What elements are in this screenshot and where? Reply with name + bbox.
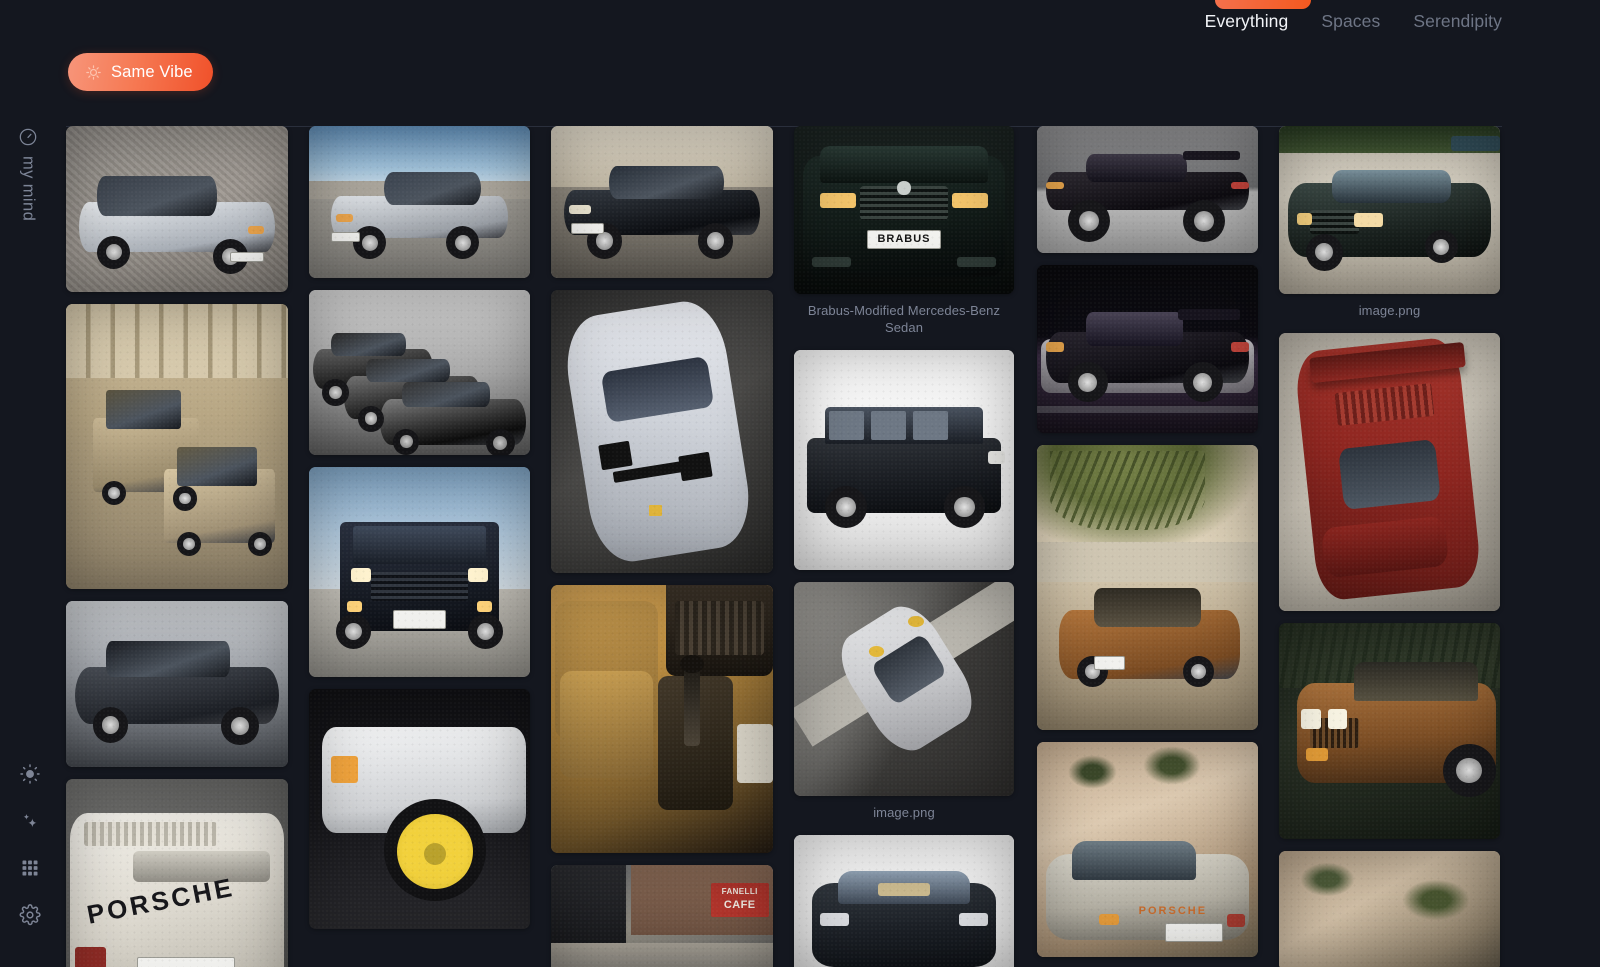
card-caption: image.png	[873, 804, 935, 820]
tab-everything[interactable]: Everything	[1205, 13, 1289, 31]
card-caption: Brabus-Modified Mercedes-Benz Sedan	[807, 303, 1001, 335]
brightness-icon[interactable]	[18, 762, 42, 786]
card-thumbnail: PORSCHE	[1037, 742, 1258, 957]
grid-icon[interactable]	[18, 856, 42, 880]
card-thumbnail	[1279, 332, 1500, 611]
image-card[interactable]: PORSCHE	[1037, 742, 1258, 957]
image-card[interactable]	[1037, 445, 1258, 730]
image-card[interactable]	[1279, 850, 1500, 967]
card-thumbnail: BRABUS	[794, 126, 1014, 294]
card-thumbnail	[1279, 622, 1500, 839]
image-grid: PORSCHE FANELLI CAFE BRABUS Brabus-Modified …	[0, 126, 1600, 967]
clock-circle-icon	[18, 127, 38, 147]
image-card[interactable]	[551, 126, 773, 278]
card-thumbnail	[1279, 126, 1500, 294]
card-thumbnail	[1037, 445, 1258, 730]
app-root: Everything Spaces Serendipity Same Vibe …	[0, 0, 1600, 967]
brand-name: my mind	[19, 156, 38, 222]
card-thumbnail	[794, 349, 1014, 570]
card-thumbnail	[551, 126, 773, 278]
grid-column-3: FANELLI CAFE	[551, 126, 773, 967]
card-thumbnail	[1037, 126, 1258, 253]
gear-icon[interactable]	[18, 903, 42, 927]
tab-spaces[interactable]: Spaces	[1321, 13, 1380, 31]
image-card[interactable]	[551, 585, 773, 853]
sparkles-icon[interactable]	[18, 809, 42, 833]
image-card[interactable]	[794, 349, 1014, 570]
card-thumbnail	[1279, 850, 1500, 967]
top-navigation: Everything Spaces Serendipity	[1205, 0, 1600, 44]
card-thumbnail	[309, 290, 530, 455]
card-thumbnail	[309, 467, 530, 677]
card-thumbnail	[551, 585, 773, 853]
image-card[interactable]	[66, 304, 288, 589]
sun-icon	[85, 64, 102, 81]
same-vibe-label: Same Vibe	[111, 62, 193, 81]
grid-column-4: BRABUS Brabus-Modified Mercedes-Benz Seda…	[794, 126, 1014, 967]
card-thumbnail	[551, 290, 773, 573]
card-thumbnail	[794, 581, 1014, 796]
card-thumbnail	[66, 126, 288, 292]
card-thumbnail	[309, 126, 530, 278]
image-card[interactable]	[66, 126, 288, 292]
image-card[interactable]	[309, 290, 530, 455]
grid-column-6: image.png	[1279, 126, 1500, 967]
card-thumbnail	[1037, 265, 1258, 433]
grid-column-2	[309, 126, 530, 941]
left-rail: my mind	[0, 0, 62, 967]
image-card[interactable]	[794, 834, 1014, 967]
image-card[interactable]	[794, 581, 1014, 796]
rail-tools	[18, 762, 42, 927]
card-thumbnail: PORSCHE	[66, 779, 288, 967]
tab-serendipity[interactable]: Serendipity	[1413, 13, 1502, 31]
card-thumbnail	[66, 304, 288, 589]
grid-column-5: PORSCHE	[1037, 126, 1258, 967]
image-card[interactable]	[1279, 622, 1500, 839]
card-thumbnail	[794, 834, 1014, 967]
image-card[interactable]	[1279, 126, 1500, 294]
image-card[interactable]: FANELLI CAFE	[551, 865, 773, 967]
image-card[interactable]: PORSCHE	[66, 779, 288, 967]
image-card[interactable]	[309, 126, 530, 278]
image-card[interactable]	[309, 467, 530, 677]
image-card[interactable]	[66, 601, 288, 767]
grid-column-1: PORSCHE	[66, 126, 288, 967]
image-card[interactable]	[309, 689, 530, 929]
card-caption: image.png	[1358, 303, 1421, 318]
card-thumbnail: FANELLI CAFE	[551, 865, 773, 967]
card-thumbnail	[66, 601, 288, 767]
image-card[interactable]	[1037, 126, 1258, 253]
image-card[interactable]	[1037, 265, 1258, 433]
card-thumbnail	[309, 689, 530, 929]
same-vibe-chip[interactable]: Same Vibe	[68, 53, 213, 91]
image-card[interactable]	[1279, 332, 1500, 611]
image-card[interactable]	[551, 290, 773, 573]
brand-logo[interactable]: my mind	[18, 127, 38, 221]
image-card[interactable]: BRABUS	[794, 126, 1014, 294]
